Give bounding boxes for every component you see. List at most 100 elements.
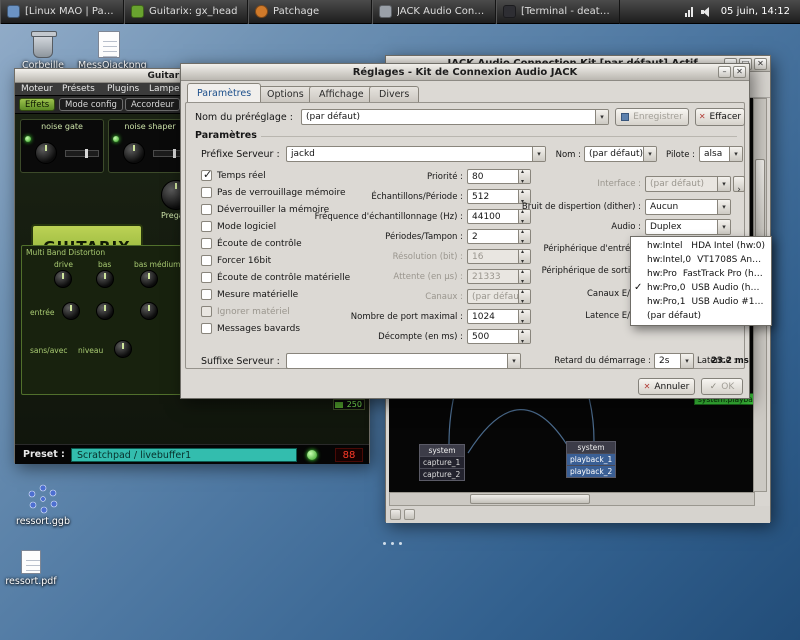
dialog-titlebar[interactable]: Réglages - Kit de Connexion Audio JACK: [181, 64, 749, 81]
tab-parametres[interactable]: Paramètres: [187, 83, 261, 102]
horizontal-scrollbar[interactable]: [389, 492, 755, 506]
driver-combo[interactable]: alsa: [699, 146, 743, 162]
taskbar-item-browser[interactable]: [Linux MAO | Pas de son g...: [0, 0, 124, 24]
name-combo[interactable]: (par défaut): [584, 146, 657, 162]
combo-audio[interactable]: Duplex: [645, 219, 731, 235]
mb-entree-knob[interactable]: [62, 302, 80, 320]
menu-item-hw-intel[interactable]: hw:IntelHDA Intel (hw:0): [631, 239, 771, 253]
noise-gate-slider[interactable]: [65, 150, 99, 157]
taskbar-item-guitarix[interactable]: Guitarix: gx_head: [124, 0, 248, 24]
panel-clock[interactable]: 05 juin, 14:12: [721, 6, 800, 17]
checkbox-ecoute-controle[interactable]: Écoute de contrôle: [201, 237, 302, 250]
node-title: system: [420, 445, 464, 456]
preset-field[interactable]: Scratchpad / livebuffer1: [71, 448, 297, 462]
mb-bas-medium-knob[interactable]: [140, 270, 158, 288]
desktop: [Linux MAO | Pas de son g... Guitarix: g…: [0, 0, 800, 640]
spin-value: 80: [472, 172, 483, 182]
chevron-down-icon[interactable]: [729, 147, 742, 161]
spin-value: 500: [472, 332, 489, 342]
close-icon[interactable]: [754, 58, 767, 70]
taskbar-item-qjackctl[interactable]: JACK Audio Connection Kit...: [372, 0, 496, 24]
device-desc: FastTrack Pro (hw:1): [683, 269, 765, 279]
taskbar-item-terminal[interactable]: [Terminal - deathtroy@dea...: [496, 0, 620, 24]
checkbox-icon: [201, 306, 212, 317]
spin-decompte[interactable]: 500: [467, 329, 531, 344]
mb-knob[interactable]: [96, 302, 114, 320]
desktop-icon-trash[interactable]: Corbeille: [12, 32, 74, 71]
menu-item-hw-pro[interactable]: hw:ProFastTrack Pro (hw:1): [631, 267, 771, 281]
chevron-down-icon[interactable]: [717, 220, 730, 234]
desktop-icon-ressort-ggb[interactable]: ressort.ggb: [12, 484, 74, 527]
server-prefix-combo[interactable]: jackd: [286, 146, 546, 162]
tab-options[interactable]: Options: [257, 86, 314, 102]
status-icon: [404, 509, 415, 520]
server-suffix-label: Suffixe Serveur :: [201, 356, 280, 367]
chevron-down-icon[interactable]: [595, 110, 608, 124]
checkbox-mode-logiciel[interactable]: Mode logiciel: [201, 220, 276, 233]
cancel-button[interactable]: Annuler: [638, 378, 695, 395]
playback-node[interactable]: system playback_1 playback_2: [566, 441, 616, 478]
chevron-down-icon[interactable]: [680, 354, 693, 368]
menu-presets[interactable]: Présets: [62, 84, 95, 94]
preset-name-combo[interactable]: (par défaut): [301, 109, 609, 125]
mb-niveau-knob[interactable]: [114, 340, 132, 358]
checkbox-messages-bavards[interactable]: Messages bavards: [201, 322, 300, 335]
network-icon[interactable]: [685, 7, 693, 17]
mb-drive-knob[interactable]: [54, 270, 72, 288]
interface-label: Interface :: [521, 179, 641, 189]
multiband-value-slider[interactable]: 250: [333, 399, 365, 410]
chevron-down-icon: [717, 177, 730, 191]
checkbox-temps-reel[interactable]: Temps réel: [201, 169, 266, 182]
desktop-icon-ressort-pdf[interactable]: ressort.pdf: [0, 550, 62, 587]
spinner-arrows-icon[interactable]: [518, 330, 530, 343]
combo-dither[interactable]: Aucun: [645, 199, 731, 215]
server-suffix-combo[interactable]: [286, 353, 521, 369]
port-capture-1[interactable]: capture_1: [420, 456, 464, 468]
taskbar-item-patchage[interactable]: Patchage: [248, 0, 372, 24]
config-mode-button[interactable]: Mode config: [59, 98, 123, 111]
volume-icon[interactable]: [701, 7, 711, 17]
menu-moteur[interactable]: Moteur: [21, 84, 53, 94]
menu-item-hw-pro-1[interactable]: hw:Pro,1USB Audio #1 (hw:1,1): [631, 295, 771, 309]
menu-item-hw-intel-0[interactable]: hw:Intel,0VT1708S Analog (hw:0,0): [631, 253, 771, 267]
chevron-down-icon[interactable]: [507, 354, 520, 368]
server-prefix-label: Préfixe Serveur :: [201, 149, 280, 160]
mb-bas-knob[interactable]: [96, 270, 114, 288]
menu-item-default[interactable]: (par défaut): [631, 309, 771, 323]
preset-led-icon[interactable]: [307, 450, 317, 460]
tuner-button[interactable]: Accordeur: [125, 98, 180, 111]
preset-value: Scratchpad / livebuffer1: [77, 450, 191, 461]
mb-knob[interactable]: [140, 302, 158, 320]
chevron-down-icon[interactable]: [643, 147, 656, 161]
noise-gate-knob[interactable]: [35, 142, 57, 164]
delete-button[interactable]: Effacer: [695, 108, 745, 126]
port-playback-1[interactable]: playback_1: [567, 453, 615, 465]
chevron-down-icon[interactable]: [717, 200, 730, 214]
tab-divers[interactable]: Divers: [369, 86, 419, 102]
ok-button: OK: [701, 378, 743, 395]
combo-value: (par défaut): [650, 179, 704, 189]
delete-icon: [699, 112, 706, 122]
checkbox-forcer-16bit[interactable]: Forcer 16bit: [201, 254, 271, 267]
scrollbar-thumb[interactable]: [470, 494, 590, 504]
checkbox-mesure-materielle[interactable]: Mesure matérielle: [201, 288, 298, 301]
desktop-icon-messqjack[interactable]: MessQjackpng: [78, 31, 140, 71]
noise-shaper-knob[interactable]: [123, 142, 145, 164]
menu-lampe[interactable]: Lampe: [149, 84, 180, 94]
menu-plugins[interactable]: Plugins: [107, 84, 139, 94]
effects-button[interactable]: Effets: [19, 98, 55, 111]
maxports-label: Nombre de port maximal :: [321, 312, 463, 322]
minimize-icon[interactable]: [718, 66, 731, 78]
start-delay-comb o[interactable]: 2s: [654, 353, 694, 369]
port-capture-2[interactable]: capture_2: [420, 468, 464, 480]
checkbox-label: Ignorer matériel: [217, 307, 290, 317]
button-label: Enregistrer: [633, 112, 683, 122]
menu-item-hw-pro-0[interactable]: hw:Pro,0USB Audio (hw:1,0): [631, 281, 771, 295]
chevron-down-icon[interactable]: [532, 147, 545, 161]
tab-affichage[interactable]: Affichage: [309, 86, 374, 102]
close-icon[interactable]: [733, 66, 746, 78]
capture-node[interactable]: system capture_1 capture_2: [419, 444, 465, 481]
spin-value: 44100: [472, 212, 501, 222]
trash-icon: [33, 34, 53, 58]
port-playback-2[interactable]: playback_2: [567, 465, 615, 477]
